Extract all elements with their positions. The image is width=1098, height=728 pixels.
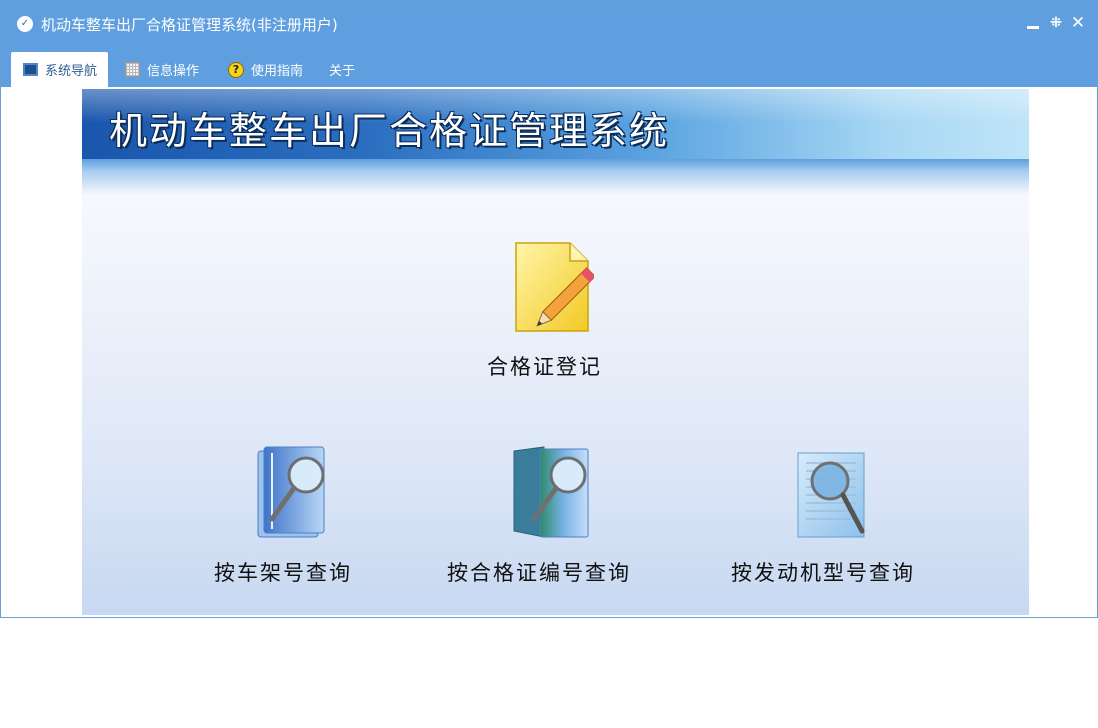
- tab-label: 系统导航: [45, 64, 98, 79]
- notepad-pencil-icon: [515, 242, 594, 332]
- query-by-engine-label: 按发动机型号查询: [731, 561, 915, 585]
- help-icon: ?: [228, 61, 244, 78]
- app-logo-icon: ✓: [17, 16, 33, 32]
- tab-label: 使用指南: [251, 64, 304, 79]
- menu-bar: 系统导航 信息操作 ? 使用指南 关于: [1, 49, 1097, 87]
- window-title: 机动车整车出厂合格证管理系统(非注册用户): [41, 16, 338, 34]
- tab-label: 关于: [329, 64, 356, 79]
- screen-icon: [23, 63, 38, 76]
- query-by-frame-label: 按车架号查询: [214, 561, 352, 585]
- restore-button[interactable]: ⁜: [1047, 13, 1065, 33]
- tab-info-operations[interactable]: 信息操作: [125, 52, 199, 87]
- query-by-frame-button[interactable]: 按车架号查询: [202, 445, 402, 595]
- query-by-certificate-label: 按合格证编号查询: [447, 561, 631, 585]
- tab-label: 信息操作: [147, 64, 200, 79]
- tab-about[interactable]: 关于: [329, 52, 355, 87]
- grid-icon: [125, 62, 140, 77]
- close-button[interactable]: ✕: [1069, 13, 1087, 33]
- tab-system-navigation[interactable]: 系统导航: [11, 52, 108, 87]
- query-by-certificate-button[interactable]: 按合格证编号查询: [442, 445, 662, 595]
- banner-glow: [82, 159, 1029, 195]
- book-magnifier-icon: [513, 446, 589, 538]
- app-window: ✓ 机动车整车出厂合格证管理系统(非注册用户) ⁜ ✕ 系统导航 信息操作 ? …: [0, 0, 1098, 618]
- navigation-panel: 机动车整车出厂合格证管理系统 合格证登记 按车架号查询 按合格证编号查询 按发动…: [82, 89, 1029, 615]
- register-certificate-label: 合格证登记: [487, 355, 602, 379]
- register-certificate-button[interactable]: 合格证登记: [462, 235, 652, 385]
- query-by-engine-button[interactable]: 按发动机型号查询: [722, 445, 952, 595]
- banner: 机动车整车出厂合格证管理系统: [82, 89, 1029, 159]
- minimize-button[interactable]: [1025, 13, 1043, 33]
- page-magnifier-icon: [797, 452, 865, 538]
- banner-title: 机动车整车出厂合格证管理系统: [109, 109, 670, 153]
- title-bar[interactable]: ✓ 机动车整车出厂合格证管理系统(非注册用户) ⁜ ✕: [1, 1, 1097, 49]
- tab-user-guide[interactable]: ? 使用指南: [228, 52, 303, 87]
- document-magnifier-icon: [257, 446, 325, 538]
